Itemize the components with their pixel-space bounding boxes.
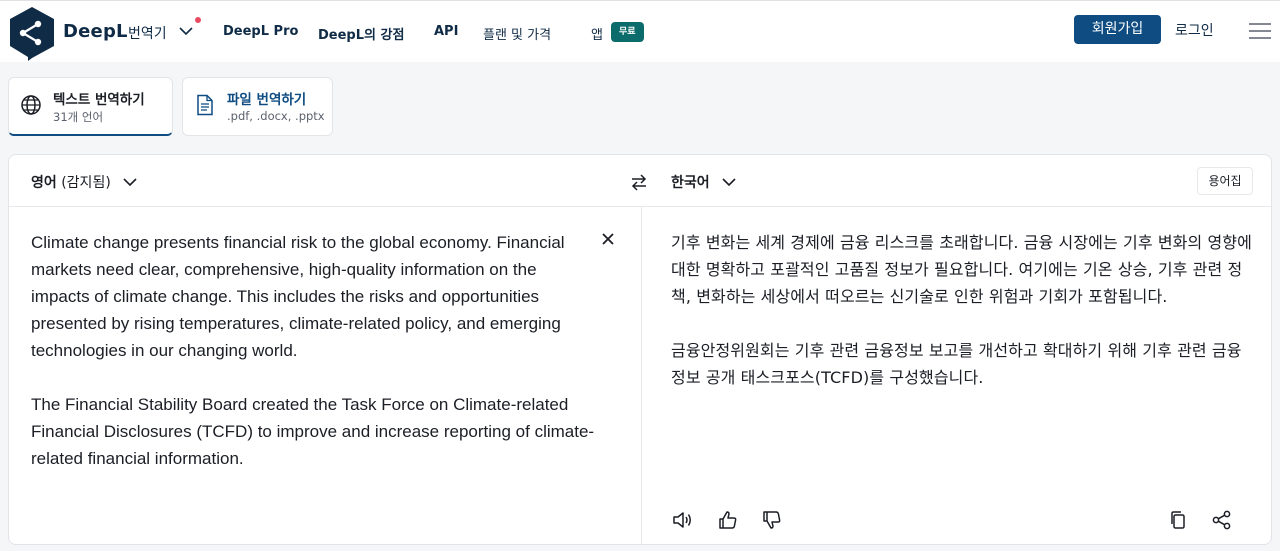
top-bar: DeepL 번역기 DeepL Pro DeepL의 강점 API 플랜 및 가…: [0, 0, 1280, 62]
target-paragraph: 기후 변화는 세계 경제에 금융 리스크를 초래합니다. 금융 시장에는 기후 …: [671, 233, 1252, 306]
thumbs-up-icon[interactable]: [716, 508, 740, 532]
source-paragraph: Climate change presents financial risk t…: [31, 233, 565, 360]
clear-text-icon[interactable]: [599, 230, 617, 248]
tab-file-translation[interactable]: 파일 번역하기 .pdf, .docx, .pptx: [182, 77, 333, 136]
target-paragraph: 금융안정위원회는 기후 관련 금융정보 보고를 개선하고 확대하기 위해 기후 …: [671, 341, 1242, 387]
globe-icon: [21, 95, 41, 115]
hamburger-menu-icon[interactable]: [1248, 22, 1272, 40]
tab-file-title: 파일 번역하기: [227, 92, 307, 108]
speaker-icon[interactable]: [670, 508, 694, 532]
login-link[interactable]: 로그인: [1175, 20, 1214, 40]
chevron-down-icon[interactable]: [178, 23, 194, 39]
swap-languages-icon[interactable]: [629, 172, 649, 192]
nav-strengths[interactable]: DeepL의 강점: [318, 24, 404, 43]
source-language-name: 영어: [31, 175, 57, 191]
target-language-name: 한국어: [671, 175, 710, 191]
tab-text-translation[interactable]: 텍스트 번역하기 31개 언어: [8, 77, 173, 136]
document-icon: [197, 94, 213, 116]
brand-subtitle[interactable]: 번역기: [128, 23, 167, 43]
share-icon[interactable]: [1210, 508, 1234, 532]
glossary-button[interactable]: 용어집: [1197, 167, 1253, 195]
copy-icon[interactable]: [1166, 508, 1190, 532]
chevron-down-icon[interactable]: [721, 174, 737, 190]
tab-file-subtitle: .pdf, .docx, .pptx: [227, 109, 325, 123]
deepl-logo-icon[interactable]: [8, 6, 56, 62]
nav-deepl-pro[interactable]: DeepL Pro: [223, 24, 298, 39]
tab-text-title: 텍스트 번역하기: [53, 92, 145, 108]
nav-api[interactable]: API: [434, 24, 458, 39]
panel-divider-horizontal: [9, 206, 1271, 207]
notification-dot: [195, 17, 201, 23]
source-language-selector[interactable]: 영어 (감지됨): [31, 172, 111, 192]
target-language-selector[interactable]: 한국어: [671, 172, 710, 192]
brand-name[interactable]: DeepL: [63, 21, 128, 42]
nav-pricing[interactable]: 플랜 및 가격: [483, 24, 551, 43]
signup-button[interactable]: 회원가입: [1074, 15, 1161, 44]
nav-apps[interactable]: 앱: [591, 24, 603, 43]
tab-text-subtitle: 31개 언어: [53, 110, 104, 124]
thumbs-down-icon[interactable]: [760, 508, 784, 532]
panel-divider-vertical: [641, 206, 642, 544]
source-paragraph: The Financial Stability Board created th…: [31, 395, 595, 468]
free-badge: 무료: [611, 22, 644, 42]
source-text-area[interactable]: Climate change presents financial risk t…: [31, 229, 596, 499]
source-language-detected: (감지됨): [61, 175, 111, 191]
target-text-area[interactable]: 기후 변화는 세계 경제에 금융 리스크를 초래합니다. 금융 시장에는 기후 …: [671, 229, 1256, 418]
translator-panel: 영어 (감지됨) 한국어 용어집 Climate change presents…: [8, 154, 1272, 545]
chevron-down-icon[interactable]: [122, 174, 138, 190]
